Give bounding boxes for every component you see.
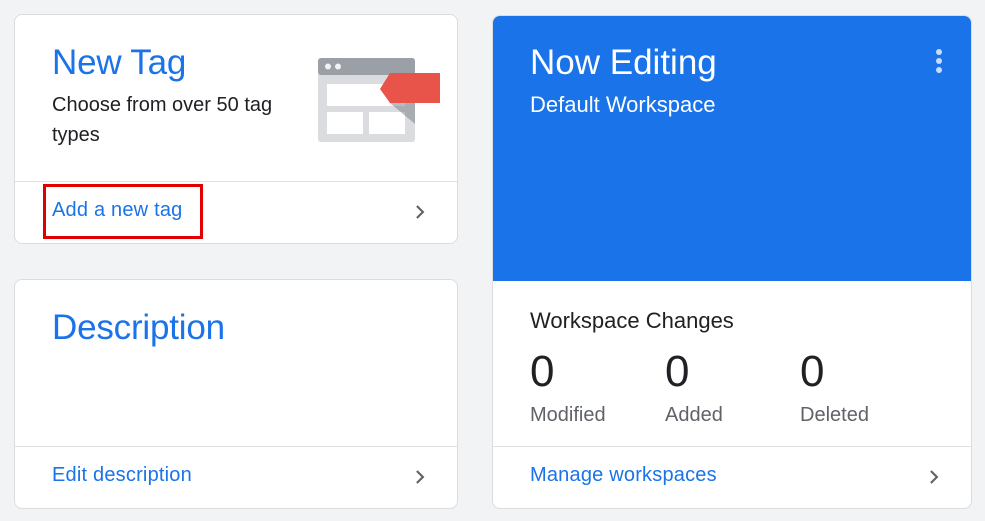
edit-description-link-row[interactable]: Edit description bbox=[15, 446, 457, 508]
chevron-right-icon[interactable] bbox=[923, 466, 945, 488]
stat-label: Added bbox=[665, 404, 723, 426]
stat-value: 0 bbox=[530, 347, 555, 396]
workspace-changes-heading: Workspace Changes bbox=[530, 308, 734, 333]
new-tag-title: New Tag bbox=[52, 43, 187, 82]
highlight-box bbox=[43, 184, 203, 239]
workspace-card: Now Editing Default Workspace Workspace … bbox=[492, 15, 972, 509]
chevron-right-icon[interactable] bbox=[409, 466, 431, 488]
stat-label: Deleted bbox=[800, 404, 869, 426]
workspace-name: Default Workspace bbox=[530, 92, 716, 117]
manage-workspaces-link[interactable]: Manage workspaces bbox=[530, 464, 717, 487]
description-title: Description bbox=[52, 308, 225, 347]
new-tag-subtitle: Choose from over 50 tag types bbox=[52, 94, 273, 146]
stat-value: 0 bbox=[665, 347, 690, 396]
chevron-right-icon[interactable] bbox=[409, 201, 431, 223]
stat-value: 0 bbox=[800, 347, 825, 396]
stat-deleted: 0 Deleted bbox=[800, 346, 869, 427]
tag-illustration-icon bbox=[318, 58, 440, 149]
stat-added: 0 Added bbox=[665, 346, 723, 427]
more-vert-icon[interactable] bbox=[935, 49, 943, 75]
edit-description-link[interactable]: Edit description bbox=[52, 464, 192, 487]
stat-label: Modified bbox=[530, 404, 606, 426]
new-tag-card: New Tag Choose from over 50 tag types Ad… bbox=[14, 14, 458, 244]
manage-workspaces-link-row[interactable]: Manage workspaces bbox=[493, 446, 971, 508]
now-editing-title: Now Editing bbox=[530, 43, 717, 82]
stat-modified: 0 Modified bbox=[530, 346, 606, 427]
workspace-banner: Now Editing Default Workspace bbox=[493, 16, 971, 281]
description-card: Description Edit description bbox=[14, 279, 458, 509]
